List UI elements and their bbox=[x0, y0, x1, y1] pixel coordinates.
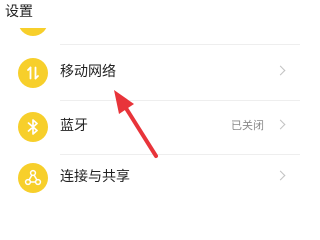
settings-item-label: 蓝牙 bbox=[60, 118, 88, 134]
chevron-right-icon bbox=[275, 65, 286, 76]
settings-item-label: 移动网络 bbox=[60, 64, 116, 80]
settings-item-connection-sharing[interactable]: 连接与共享 bbox=[0, 153, 300, 205]
mobile-data-icon bbox=[18, 58, 48, 88]
settings-item-mobile-network[interactable]: 移动网络 bbox=[0, 48, 300, 100]
bluetooth-icon bbox=[18, 112, 48, 142]
settings-item-partial[interactable] bbox=[0, 28, 300, 42]
divider bbox=[60, 44, 300, 45]
top-bar: 设置 bbox=[0, 0, 300, 28]
chevron-right-icon bbox=[275, 170, 286, 181]
chevron-right-icon bbox=[275, 119, 286, 130]
partial-item-icon bbox=[18, 28, 48, 36]
page-title: 设置 bbox=[5, 4, 33, 20]
settings-item-bluetooth[interactable]: 蓝牙 已关闭 bbox=[0, 102, 300, 154]
connection-sharing-icon bbox=[18, 163, 48, 193]
bluetooth-status: 已关闭 bbox=[231, 119, 264, 132]
settings-item-label: 连接与共享 bbox=[60, 169, 130, 185]
divider bbox=[60, 100, 300, 101]
